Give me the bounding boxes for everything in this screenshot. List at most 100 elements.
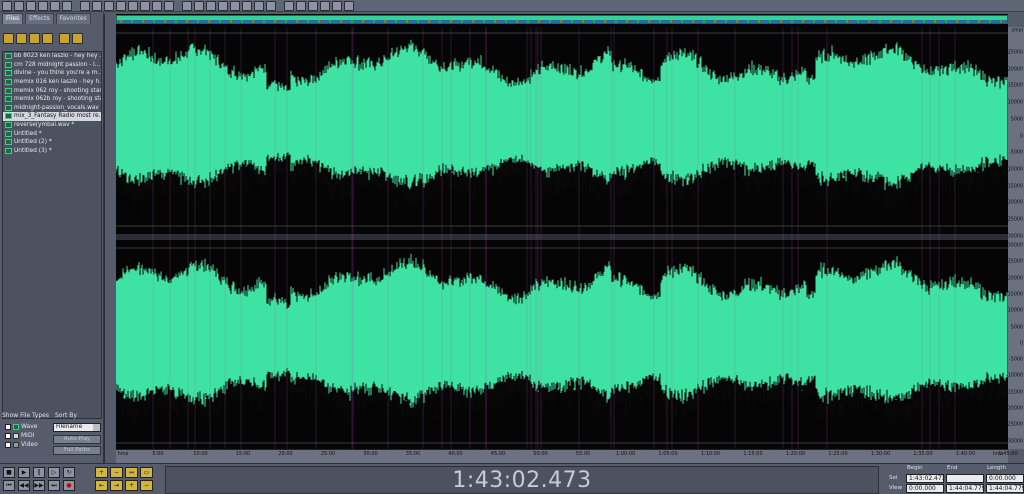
edit-view-icon[interactable] <box>332 0 342 11</box>
file-type-wave[interactable]: Wave <box>5 423 37 430</box>
zoom-icon[interactable] <box>152 0 162 11</box>
amplitude-tick-label: -5000 <box>1009 357 1023 363</box>
settings-icon[interactable] <box>194 0 204 11</box>
open-icon[interactable] <box>14 0 24 11</box>
pause-button[interactable]: ‖ <box>33 467 45 478</box>
amplitude-tick-label: 10000 <box>1007 308 1023 314</box>
file-list-item[interactable]: bb 8023 ken laszlo - hey hey ... <box>3 52 101 61</box>
file-list-item[interactable]: Untitled (3) * <box>3 147 101 156</box>
help-icon[interactable] <box>242 0 252 11</box>
metronome-icon[interactable] <box>206 0 216 11</box>
time-ruler[interactable]: hms 5:00 10:00 15:00 20:00 25:00 30:00 35:00 40:… <box>116 449 1018 463</box>
file-list-item[interactable]: cm 728 midnight passion - l... <box>3 61 101 70</box>
auto-play-button[interactable]: Auto-Play <box>53 435 101 444</box>
zoom-out-vertical-icon[interactable]: − <box>140 480 153 491</box>
waveform-overview-bar[interactable] <box>116 15 1008 24</box>
import-file-icon[interactable] <box>16 32 27 44</box>
new-icon[interactable] <box>2 0 12 11</box>
file-list-item[interactable]: midnight-passion_vocals.wav * <box>3 104 101 113</box>
zoom-right-icon[interactable]: ⇥ <box>110 480 123 491</box>
time-tick-label: 30:00 <box>363 451 378 457</box>
save-icon[interactable] <box>26 0 36 11</box>
zoom-in-vertical-icon[interactable]: + <box>125 480 138 491</box>
sel-begin-field[interactable]: 1:43:02.473 <box>906 474 944 483</box>
wave-file-icon <box>5 122 12 129</box>
sort-by-select[interactable]: Filename <box>53 423 101 432</box>
lasso-icon[interactable] <box>284 0 294 11</box>
time-tick-label: 1:35:00 <box>913 451 933 457</box>
multitrack-icon[interactable] <box>320 0 330 11</box>
edit-file-icon[interactable] <box>72 32 83 44</box>
zoom-left-icon[interactable]: ⇤ <box>95 480 108 491</box>
time-display-panel: 1:43:02.473 <box>165 466 879 494</box>
close-file-icon[interactable] <box>29 32 40 44</box>
sel-end-field[interactable] <box>946 474 984 483</box>
spectral-pitch-icon[interactable] <box>308 0 318 11</box>
silence-icon[interactable] <box>140 0 150 11</box>
file-list-item[interactable]: Untitled (2) * <box>3 138 101 147</box>
tab-effects[interactable]: Effects <box>25 13 54 24</box>
amplitude-tick-label: -10000 <box>1006 373 1023 379</box>
tab-favorites[interactable]: Favorites <box>55 13 91 24</box>
undo-icon[interactable] <box>50 0 60 11</box>
play-to-end-button[interactable]: ▷ <box>48 467 60 478</box>
file-list-item[interactable]: Untitled * <box>3 129 101 138</box>
vertical-zoom-bar[interactable] <box>104 14 115 463</box>
zoom-out-full-icon[interactable]: ↔ <box>125 467 138 478</box>
time-tick-label: 1:20:00 <box>785 451 806 457</box>
go-to-end-button[interactable]: ⏭ <box>48 480 60 491</box>
save-as-icon[interactable] <box>38 0 48 11</box>
video-checkbox[interactable] <box>5 441 11 448</box>
zoom-out-horizontal-icon[interactable]: − <box>110 467 123 478</box>
close-all-icon[interactable] <box>42 32 53 44</box>
properties-icon[interactable] <box>230 0 240 11</box>
cd-view-icon[interactable] <box>344 0 354 11</box>
loop-button[interactable]: ↻ <box>63 467 75 478</box>
copy-icon[interactable] <box>92 0 102 11</box>
mix-paste-icon[interactable] <box>116 0 126 11</box>
scrub-icon[interactable] <box>296 0 306 11</box>
open-file-icon[interactable] <box>3 32 14 44</box>
file-type-midi[interactable]: MIDI <box>5 432 34 439</box>
file-name: midnight-passion_vocals.wav * <box>14 104 101 111</box>
time-select-icon[interactable] <box>254 0 264 11</box>
video-type-label: Video <box>21 441 38 448</box>
tab-files[interactable]: Files <box>2 13 24 24</box>
trim-icon[interactable] <box>128 0 138 11</box>
fast-forward-button[interactable]: ▶▶ <box>33 480 45 491</box>
full-paths-button[interactable]: Full Paths <box>53 446 101 455</box>
sel-length-field[interactable]: 0:00.000 <box>986 474 1024 483</box>
view-end-field[interactable]: 1:44:04.779 <box>946 484 984 493</box>
file-list-item[interactable]: memix 016 ken laszlo - hey h... <box>3 78 101 87</box>
right-channel-waveform[interactable] <box>116 253 1008 408</box>
markers-icon[interactable] <box>218 0 228 11</box>
midi-checkbox[interactable] <box>5 432 11 439</box>
file-list-item[interactable]: mix_3_Fantasy Radio most re... <box>3 112 101 121</box>
cut-icon[interactable] <box>80 0 90 11</box>
record-button[interactable]: ● <box>63 480 75 491</box>
stop-button[interactable]: ■ <box>3 467 15 478</box>
file-list-item[interactable]: memix 062b roy - shooting sta... <box>3 95 101 104</box>
marquee-icon[interactable] <box>266 0 276 11</box>
insert-into-multitrack-icon[interactable] <box>59 32 70 44</box>
chevron-down-icon <box>93 424 100 431</box>
file-type-video[interactable]: Video <box>5 441 38 448</box>
file-list-item[interactable]: divine - you think you're a m... <box>3 69 101 78</box>
waveform-channels[interactable] <box>116 27 1008 449</box>
select-icon[interactable] <box>164 0 174 11</box>
amplitude-tick-label: -15000 <box>1006 390 1023 396</box>
play-button[interactable]: ▶ <box>18 467 30 478</box>
spectral-icon[interactable] <box>182 0 192 11</box>
zoom-to-selection-icon[interactable]: ▭ <box>140 467 153 478</box>
go-to-start-button[interactable]: ⏮ <box>3 480 15 491</box>
file-toolbar <box>0 30 103 46</box>
file-list-item[interactable]: reverse(ymbal.wav * <box>3 121 101 130</box>
view-begin-field[interactable]: 0:00.000 <box>906 484 944 493</box>
redo-icon[interactable] <box>62 0 72 11</box>
file-list-item[interactable]: memix 062 roy - shooting star... <box>3 86 101 95</box>
view-length-field[interactable]: 1:44:04.779 <box>986 484 1024 493</box>
rewind-button[interactable]: ◀◀ <box>18 480 30 491</box>
wave-checkbox[interactable] <box>5 423 11 430</box>
paste-icon[interactable] <box>104 0 114 11</box>
zoom-in-horizontal-icon[interactable]: + <box>95 467 108 478</box>
